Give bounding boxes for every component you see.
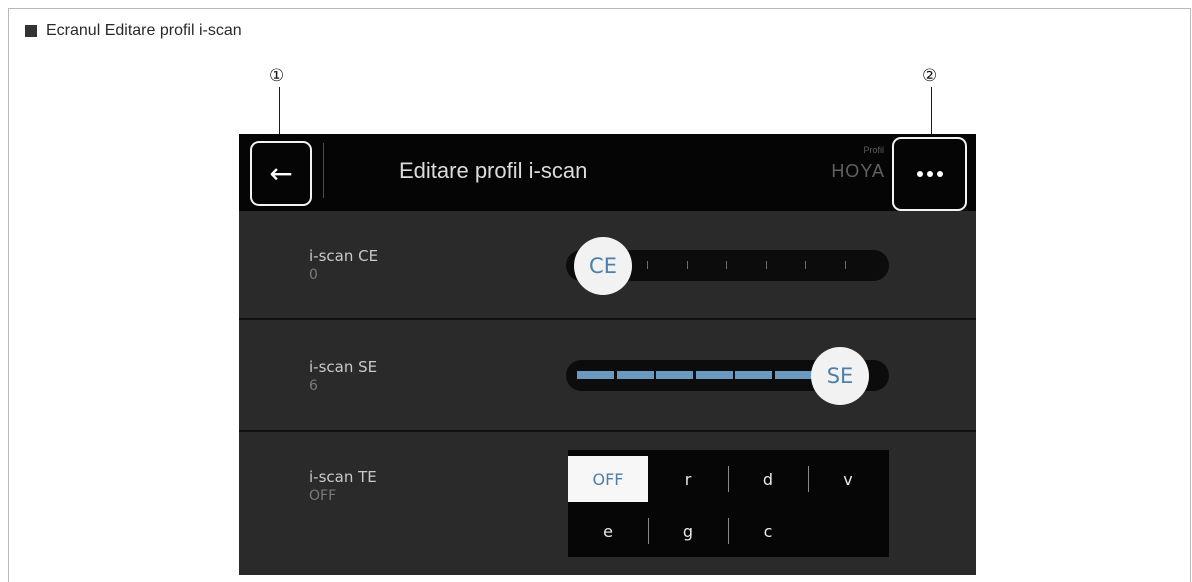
- te-option-d[interactable]: d: [728, 456, 808, 502]
- te-option-e[interactable]: e: [568, 508, 648, 554]
- slider-fill-segment: [656, 371, 693, 379]
- more-button[interactable]: [892, 137, 967, 211]
- te-option-off[interactable]: OFF: [568, 456, 648, 502]
- row-label: i-scan TE: [309, 468, 377, 486]
- figure-caption: Ecranul Editare profil i-scan: [25, 22, 242, 40]
- row-iscan-ce: i-scan CE 0 CE: [239, 211, 976, 318]
- slider-fill-segment: [774, 371, 812, 379]
- row-label: i-scan CE: [309, 247, 379, 265]
- row-value: 6: [309, 378, 318, 394]
- row-value: 0: [309, 267, 318, 283]
- slider-knob[interactable]: CE: [574, 237, 632, 295]
- row-iscan-se: i-scan SE 6 SE: [239, 320, 976, 430]
- caption-text: Ecranul Editare profil i-scan: [46, 22, 242, 39]
- slider-tick: [647, 261, 648, 269]
- te-option-r[interactable]: r: [648, 456, 728, 502]
- more-horizontal-icon: [916, 171, 943, 177]
- te-option-v[interactable]: v: [808, 456, 888, 502]
- row-value: OFF: [309, 488, 337, 504]
- callout-1-line: [279, 87, 280, 137]
- slider-tick: [726, 261, 727, 269]
- slider-tick: [686, 261, 688, 269]
- slider-fill-segment: [695, 371, 733, 379]
- slider-tick: [805, 261, 806, 269]
- screen-header: ← Editare profil i-scan Profil HOYA: [239, 134, 976, 211]
- device-screen: ← Editare profil i-scan Profil HOYA i-sc…: [239, 134, 976, 575]
- slider-tick: [765, 261, 767, 269]
- slider-fill-segment: [735, 371, 772, 379]
- te-mode-selector: OFF r d v e g c: [568, 450, 889, 557]
- page-title: Editare profil i-scan: [399, 158, 588, 183]
- callout-2-line: [931, 87, 932, 137]
- header-divider: [323, 143, 324, 198]
- profile-caption: Profil: [863, 145, 884, 155]
- slider-fill-segment: [577, 371, 614, 379]
- te-option-c[interactable]: c: [728, 508, 808, 554]
- callout-1: ①: [269, 66, 285, 86]
- row-label: i-scan SE: [309, 358, 378, 376]
- se-slider-track[interactable]: SE: [566, 347, 889, 405]
- ce-slider-track[interactable]: CE: [566, 237, 889, 295]
- callout-2: ②: [922, 66, 938, 86]
- slider-fill-segment: [616, 371, 654, 379]
- caption-square-icon: [25, 25, 37, 37]
- slider-knob[interactable]: SE: [811, 347, 869, 405]
- slider-tick: [844, 261, 846, 269]
- back-button[interactable]: ←: [250, 141, 312, 206]
- profile-name: HOYA: [831, 161, 885, 181]
- te-option-g[interactable]: g: [648, 508, 728, 554]
- arrow-left-icon: ←: [269, 156, 293, 190]
